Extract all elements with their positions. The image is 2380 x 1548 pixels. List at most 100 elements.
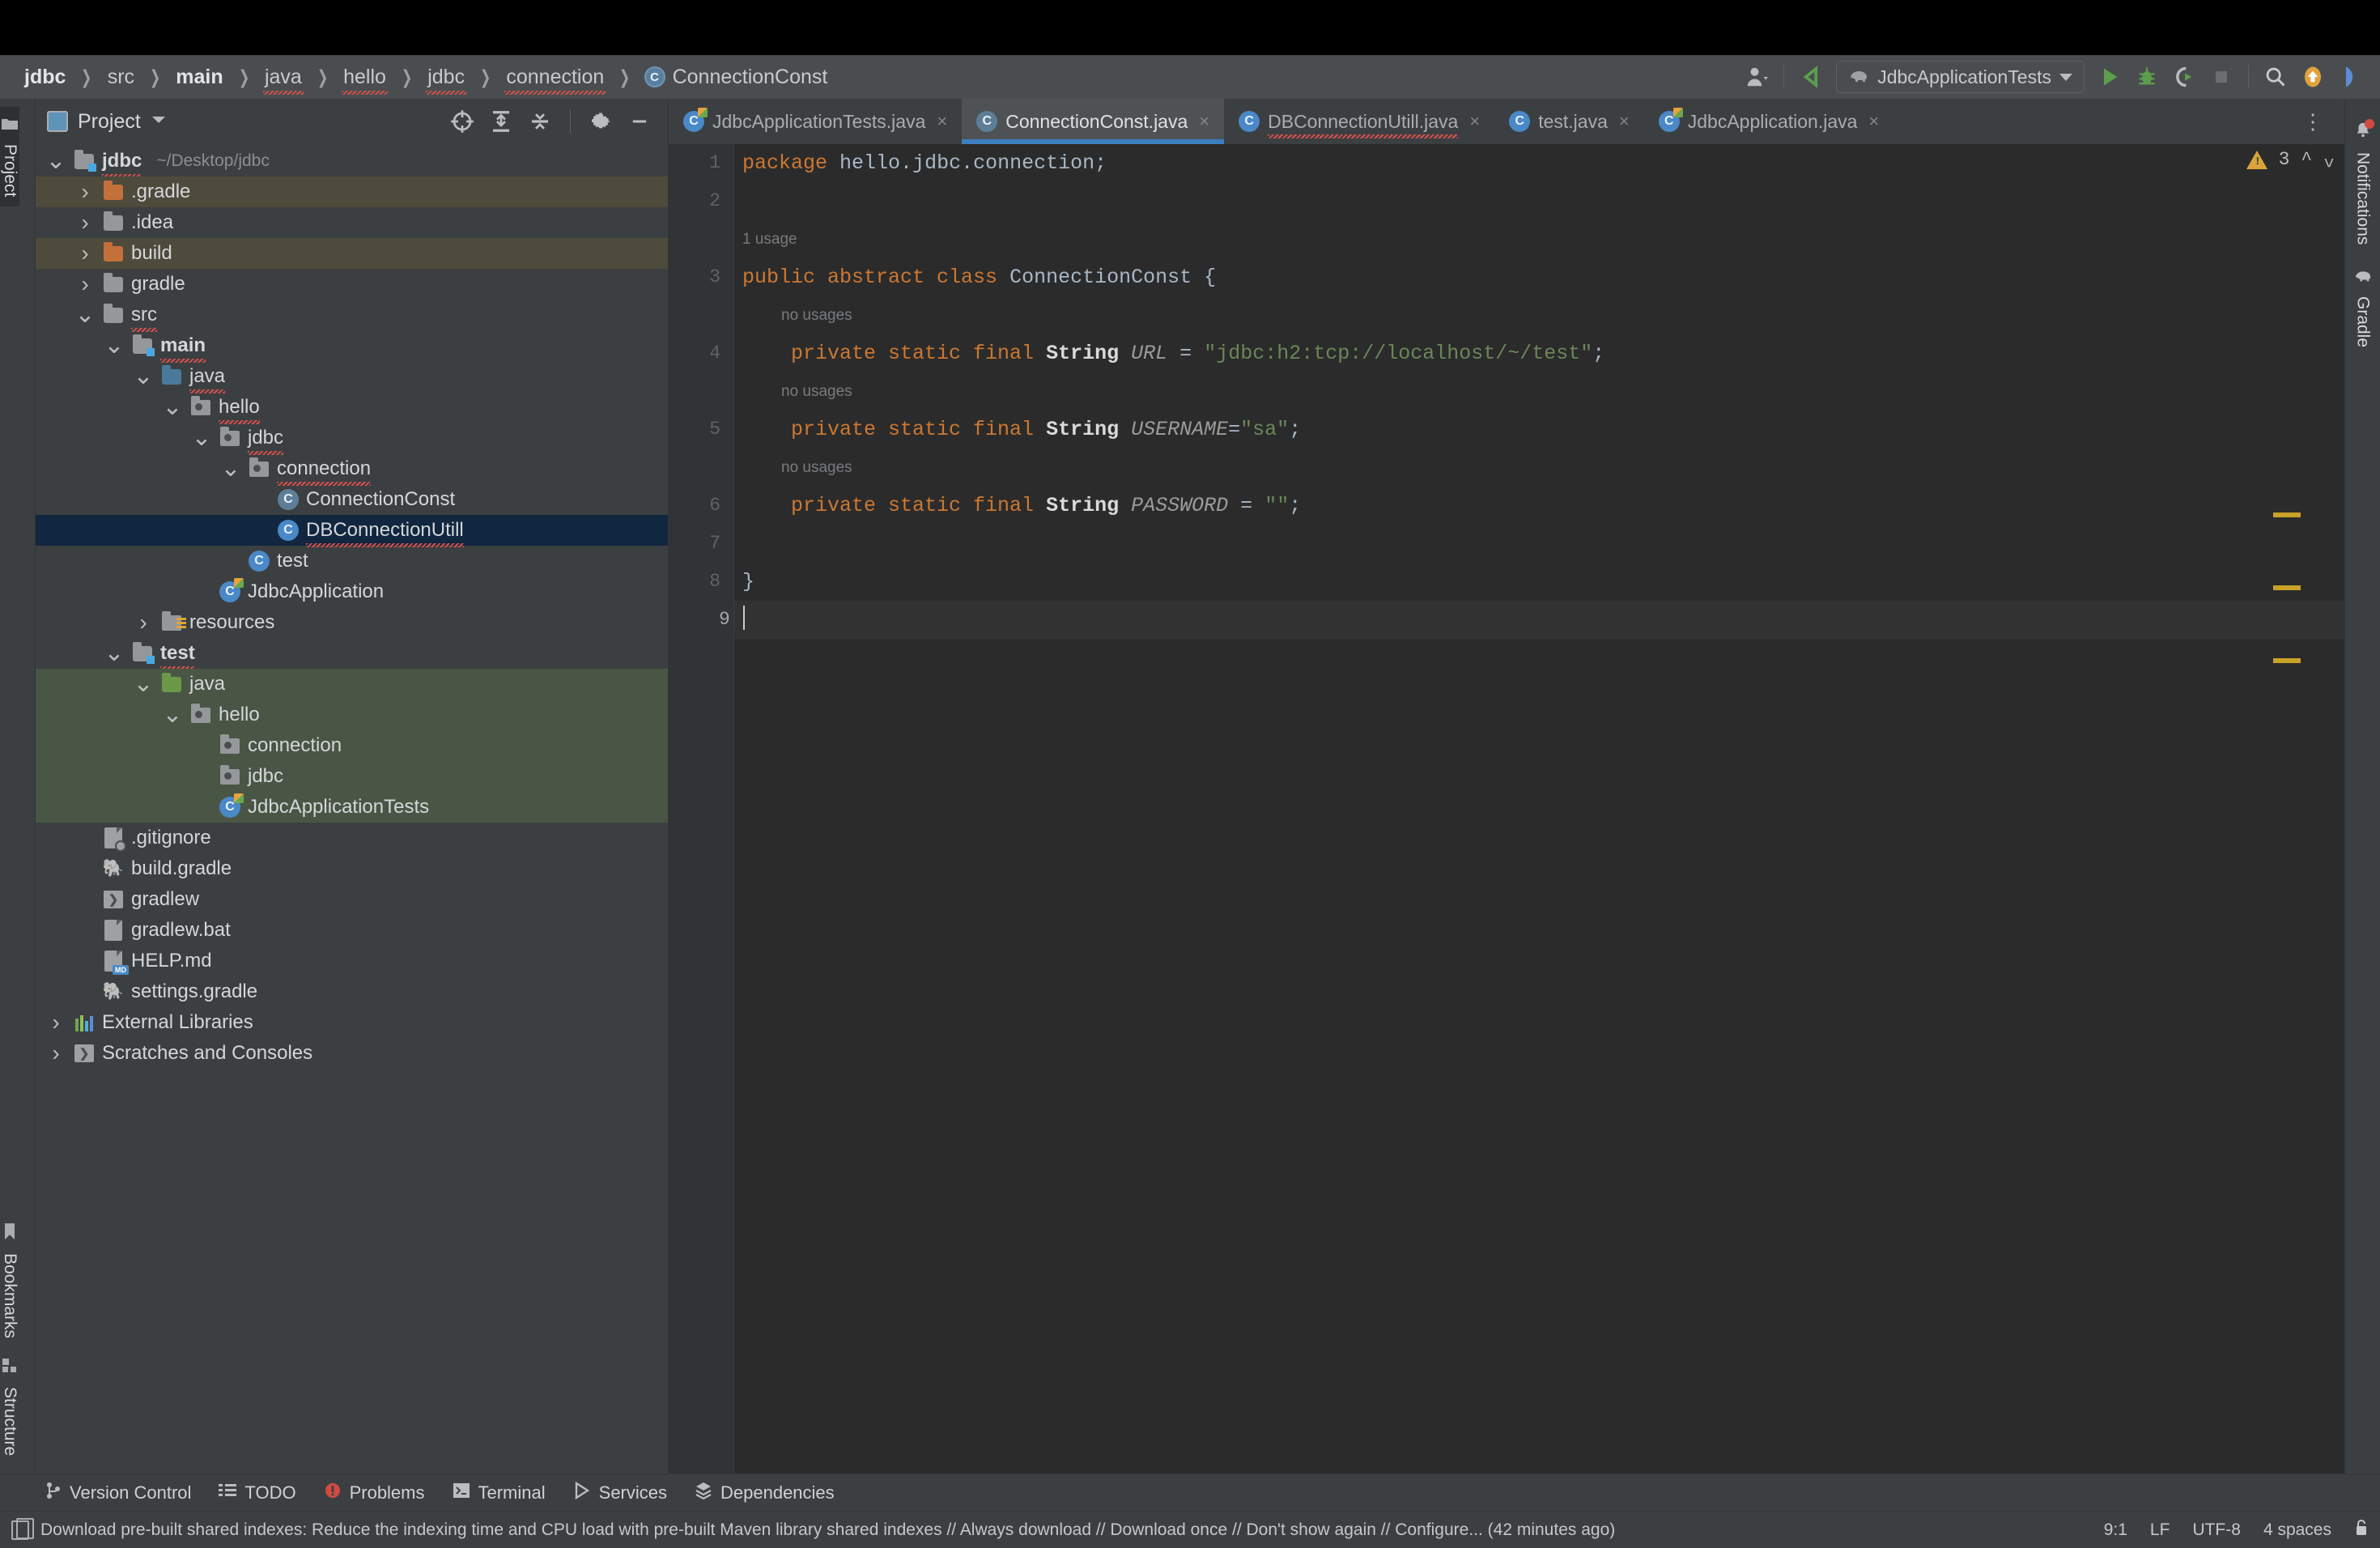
gutter-marker-3[interactable] xyxy=(2273,658,2301,663)
bottom-tool-terminal[interactable]: Terminal xyxy=(453,1482,546,1503)
encoding[interactable]: UTF-8 xyxy=(2192,1520,2241,1540)
tree-node[interactable]: C ConnectionConst xyxy=(36,484,668,515)
tree-node[interactable]: › External Libraries xyxy=(36,1007,668,1038)
stop-button[interactable] xyxy=(2203,58,2240,96)
tree-node[interactable]: .gitignore xyxy=(36,823,668,853)
select-opened-file-icon[interactable] xyxy=(445,104,479,138)
ai-assistant-icon[interactable] xyxy=(2331,58,2369,96)
tree-node[interactable]: ⌄ jdbc ~/Desktop/jdbc xyxy=(36,146,668,178)
chevron-down-icon[interactable] xyxy=(151,114,167,130)
more-options-icon[interactable]: ⋮ xyxy=(2294,109,2333,134)
tree-node[interactable]: MD HELP.md xyxy=(36,946,668,976)
sidebar-item-structure[interactable]: Structure xyxy=(0,1348,19,1465)
line-number[interactable]: 8 xyxy=(669,563,720,601)
bottom-tool-services[interactable]: Services xyxy=(573,1481,667,1504)
status-message[interactable]: Download pre-built shared indexes: Reduc… xyxy=(40,1520,1615,1540)
tree-node[interactable]: connection xyxy=(36,730,668,761)
tree-node[interactable]: ⌄ jdbc xyxy=(36,423,668,455)
settings-gear-icon[interactable] xyxy=(584,104,618,138)
tree-node[interactable]: Ctest xyxy=(36,546,668,576)
line-number[interactable]: 2 xyxy=(669,182,720,220)
tree-node[interactable]: jdbc xyxy=(36,761,668,792)
line-number[interactable] xyxy=(669,220,720,258)
editor-tab[interactable]: Ctest.java × xyxy=(1494,99,1644,144)
breadcrumb-current-file[interactable]: C ConnectionConst xyxy=(635,66,839,87)
editor-tab[interactable]: C DBConnectionUtill.java × xyxy=(1224,99,1494,144)
line-number[interactable] xyxy=(669,372,720,410)
tree-node[interactable]: ⌄ src xyxy=(36,300,668,332)
tree-node[interactable]: ❯ gradlew xyxy=(36,884,668,915)
usage-hint[interactable]: no usages xyxy=(734,449,2344,487)
gutter-marker-2[interactable] xyxy=(2273,585,2301,590)
line-number[interactable]: 1 xyxy=(669,144,720,182)
close-icon[interactable]: × xyxy=(1469,111,1480,132)
tree-node[interactable]: ⌄ java xyxy=(36,361,668,393)
gutter-marker-1[interactable] xyxy=(2273,512,2301,517)
tree-node[interactable]: gradlew.bat xyxy=(36,915,668,946)
tree-node[interactable]: C DBConnectionUtill xyxy=(36,515,668,547)
editor-tab[interactable]: C ConnectionConst.java × xyxy=(962,99,1225,144)
sidebar-item-notifications[interactable]: Notifications xyxy=(2353,110,2374,256)
line-separator[interactable]: LF xyxy=(2150,1520,2170,1540)
expand-all-icon[interactable] xyxy=(484,104,518,138)
run-button[interactable] xyxy=(2091,58,2128,96)
sidebar-item-project[interactable]: Project xyxy=(0,107,19,207)
tree-node[interactable]: › ❯ Scratches and Consoles xyxy=(36,1038,668,1069)
line-number[interactable] xyxy=(669,449,720,487)
chevron-right-icon[interactable]: › xyxy=(133,610,154,636)
code-line[interactable] xyxy=(734,182,2344,220)
indent-setting[interactable]: 4 spaces xyxy=(2263,1520,2331,1540)
line-number[interactable]: 7 xyxy=(669,525,720,563)
tree-node[interactable]: › gradle xyxy=(36,269,668,300)
chevron-right-icon[interactable]: › xyxy=(74,271,96,297)
chevron-right-icon[interactable]: › xyxy=(45,1040,66,1066)
hide-panel-icon[interactable] xyxy=(623,104,657,138)
editor-tab[interactable]: C JdbcApplicationTests.java × xyxy=(669,99,962,144)
search-everywhere-icon[interactable] xyxy=(2257,58,2294,96)
tree-node[interactable]: C JdbcApplication xyxy=(36,576,668,607)
code-line[interactable]: } xyxy=(734,563,2344,601)
editor-tab[interactable]: C JdbcApplication.java × xyxy=(1644,99,1894,144)
run-with-coverage-button[interactable] xyxy=(2165,58,2203,96)
chevron-right-icon[interactable]: › xyxy=(74,240,96,266)
breadcrumb-item-jdbc[interactable]: jdbc xyxy=(13,66,77,87)
line-number[interactable]: 9 xyxy=(719,601,730,630)
usage-hint[interactable]: no usages xyxy=(734,296,2344,334)
tree-node[interactable]: C JdbcApplicationTests xyxy=(36,792,668,823)
breadcrumb-item-java[interactable]: java xyxy=(253,66,313,95)
code-line[interactable] xyxy=(734,525,2344,563)
breadcrumb-item-hello[interactable]: hello xyxy=(332,66,397,95)
usage-hint[interactable]: 1 usage xyxy=(734,220,2344,258)
chevron-right-icon[interactable]: › xyxy=(74,179,96,205)
code-line[interactable]: private static final String USERNAME="sa… xyxy=(734,410,2344,449)
vcs-update-icon[interactable] xyxy=(2294,58,2331,96)
chevron-right-icon[interactable]: › xyxy=(45,1010,66,1036)
sidebar-item-bookmarks[interactable]: Bookmarks xyxy=(0,1213,19,1348)
tree-node[interactable]: 🐘 build.gradle xyxy=(36,853,668,884)
code-line[interactable]: public abstract class ConnectionConst { xyxy=(734,258,2344,296)
breadcrumb-item-jdbc[interactable]: jdbc xyxy=(416,66,476,95)
inspection-widget[interactable]: 3 ^ ^ xyxy=(2246,149,2335,170)
usage-hint[interactable]: no usages xyxy=(734,372,2344,410)
line-number[interactable] xyxy=(669,296,720,334)
bottom-tool-version-control[interactable]: Version Control xyxy=(45,1482,191,1504)
chevron-right-icon[interactable]: › xyxy=(74,210,96,236)
tree-node[interactable]: › build xyxy=(36,238,668,269)
code-line[interactable]: private static final String URL = "jdbc:… xyxy=(734,334,2344,372)
bottom-tool-todo[interactable]: TODO xyxy=(219,1482,296,1503)
tree-node[interactable]: ⌄ test xyxy=(36,638,668,670)
close-icon[interactable]: × xyxy=(1619,111,1630,132)
tree-node[interactable]: ⌄ java xyxy=(36,669,668,700)
tree-node[interactable]: ⌄ main xyxy=(36,330,668,363)
breadcrumb-item-src[interactable]: src xyxy=(96,66,146,87)
chevron-up-icon[interactable]: ^ xyxy=(2301,149,2312,170)
tree-node[interactable]: 🐘 settings.gradle xyxy=(36,976,668,1007)
line-number[interactable]: 6 xyxy=(669,487,720,525)
tree-node[interactable]: › resources xyxy=(36,607,668,638)
user-account-icon[interactable] xyxy=(1738,58,1775,96)
line-number[interactable]: 4 xyxy=(669,334,720,372)
sidebar-item-gradle[interactable]: Gradle xyxy=(2353,256,2373,359)
close-icon[interactable]: × xyxy=(937,111,947,132)
debug-button[interactable] xyxy=(2128,58,2165,96)
tree-node[interactable]: ⌄ hello xyxy=(36,700,668,730)
